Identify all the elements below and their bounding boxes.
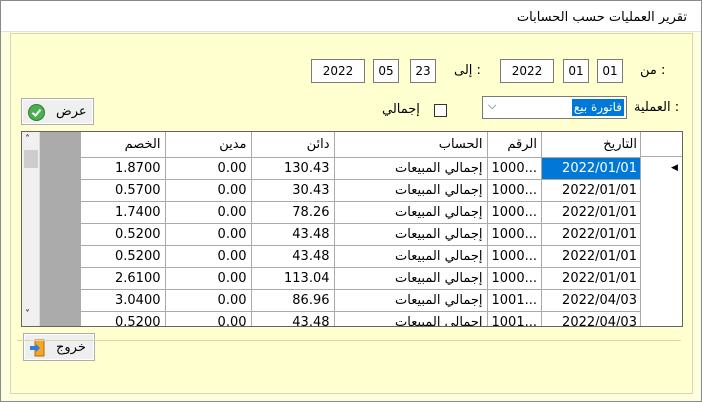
column-header-credit[interactable]: دائن — [251, 132, 335, 158]
cell-credit[interactable]: 43.48 — [251, 223, 335, 246]
results-grid[interactable]: ˄ ˅ الخصم مدين دائن الحساب الرقم التاريخ… — [21, 131, 683, 327]
scroll-thumb[interactable] — [24, 150, 38, 168]
cell-debit[interactable]: 0.00 — [165, 267, 252, 290]
total-label: إجمالي — [382, 102, 420, 117]
column-header-number[interactable]: الرقم — [487, 132, 542, 158]
current-row-indicator-icon: ◀ — [671, 163, 678, 173]
cell-account[interactable]: إجمالي المبيعات — [334, 179, 488, 202]
scroll-down-icon[interactable]: ˅ — [25, 309, 30, 320]
chevron-down-icon[interactable]: ⌵ — [488, 99, 496, 113]
cell-date[interactable]: 2022/01/01 — [541, 245, 642, 268]
column-header-discount[interactable]: الخصم — [81, 132, 166, 158]
column-header-date[interactable]: التاريخ — [541, 132, 642, 158]
title-bar: تقرير العمليات حسب الحسابات — [1, 1, 701, 32]
cell-discount[interactable]: 2.6100 — [81, 267, 166, 290]
column-header-debit[interactable]: مدين — [165, 132, 252, 158]
cell-discount[interactable]: 0.5200 — [81, 245, 166, 268]
cell-discount[interactable]: 3.0400 — [81, 289, 166, 312]
cell-debit[interactable]: 0.00 — [165, 245, 252, 268]
cell-account[interactable]: إجمالي المبيعات — [334, 267, 488, 290]
cell-number[interactable]: 1001... — [487, 311, 542, 326]
cell-debit[interactable]: 0.00 — [165, 157, 252, 180]
cell-account[interactable]: إجمالي المبيعات — [334, 201, 488, 224]
cell-date[interactable]: 2022/01/01 — [541, 157, 642, 180]
cell-discount[interactable]: 0.5700 — [81, 179, 166, 202]
check-circle-icon — [28, 104, 45, 121]
cell-account[interactable]: إجمالي المبيعات — [334, 289, 488, 312]
cell-credit[interactable]: 43.48 — [251, 311, 335, 326]
table-row[interactable]: 1.7400 0.00 78.26 إجمالي المبيعات 1000... 202… — [81, 201, 642, 224]
cell-credit[interactable]: 43.48 — [251, 245, 335, 268]
cell-debit[interactable]: 0.00 — [165, 201, 252, 224]
status-strip — [17, 340, 681, 360]
operation-value: فاتورة بيع — [571, 99, 624, 116]
cell-number[interactable]: 1000... — [487, 223, 542, 246]
cell-credit[interactable]: 86.96 — [251, 289, 335, 312]
cell-debit[interactable]: 0.00 — [165, 289, 252, 312]
cell-debit[interactable]: 0.00 — [165, 179, 252, 202]
table-row[interactable]: 0.5200 0.00 43.48 إجمالي المبيعات 1000... 202… — [81, 223, 642, 246]
column-header-account[interactable]: الحساب — [334, 132, 488, 158]
cell-number[interactable]: 1000... — [487, 179, 542, 202]
row-header-corner — [641, 132, 682, 157]
cell-credit[interactable]: 130.43 — [251, 157, 335, 180]
show-button[interactable]: عرض — [21, 98, 94, 125]
cell-discount[interactable]: 0.5200 — [81, 223, 166, 246]
data-table: الخصم مدين دائن الحساب الرقم التاريخ 1.8… — [81, 132, 642, 326]
from-year-field[interactable]: 2022 — [500, 59, 554, 83]
cell-account[interactable]: إجمالي المبيعات — [334, 311, 488, 326]
from-label: من : — [640, 63, 666, 78]
table-row[interactable]: 0.5200 0.00 43.48 إجمالي المبيعات 1000... 202… — [81, 245, 642, 268]
cell-date[interactable]: 2022/04/03 — [541, 289, 642, 312]
cell-credit[interactable]: 78.26 — [251, 201, 335, 224]
cell-number[interactable]: 1000... — [487, 201, 542, 224]
cell-number[interactable]: 1000... — [487, 245, 542, 268]
vertical-scrollbar[interactable]: ˄ ˅ — [22, 132, 40, 326]
cell-account[interactable]: إجمالي المبيعات — [334, 223, 488, 246]
cell-debit[interactable]: 0.00 — [165, 311, 252, 326]
operation-label: العملية : — [634, 100, 680, 115]
cell-date[interactable]: 2022/01/01 — [541, 223, 642, 246]
cell-credit[interactable]: 30.43 — [251, 179, 335, 202]
cell-date[interactable]: 2022/01/01 — [541, 179, 642, 202]
row-header-column: ◀ — [640, 132, 682, 326]
to-month-field[interactable]: 05 — [373, 59, 399, 83]
total-checkbox[interactable] — [434, 104, 447, 117]
cell-account[interactable]: إجمالي المبيعات — [334, 245, 488, 268]
cell-number[interactable]: 1000... — [487, 157, 542, 180]
cell-discount[interactable]: 0.5200 — [81, 311, 166, 326]
cell-date[interactable]: 2022/01/01 — [541, 201, 642, 224]
cell-number[interactable]: 1000... — [487, 267, 542, 290]
cell-discount[interactable]: 1.8700 — [81, 157, 166, 180]
from-day-field[interactable]: 01 — [597, 59, 623, 83]
scroll-up-icon[interactable]: ˄ — [25, 134, 30, 145]
cell-account[interactable]: إجمالي المبيعات — [334, 157, 488, 180]
table-row[interactable]: 3.0400 0.00 86.96 إجمالي المبيعات 1001... 202… — [81, 289, 642, 312]
window-title: تقرير العمليات حسب الحسابات — [516, 10, 687, 25]
table-row[interactable]: 0.5700 0.00 30.43 إجمالي المبيعات 1000... 202… — [81, 179, 642, 202]
to-label: إلى : — [454, 63, 481, 78]
cell-discount[interactable]: 1.7400 — [81, 201, 166, 224]
report-window: تقرير العمليات حسب الحسابات من : 01 01 2… — [0, 0, 702, 402]
table-row[interactable]: 0.5200 0.00 43.48 إجمالي المبيعات 1001... 202… — [81, 311, 642, 326]
cell-date[interactable]: 2022/01/01 — [541, 267, 642, 290]
from-month-field[interactable]: 01 — [563, 59, 589, 83]
to-day-field[interactable]: 23 — [410, 59, 436, 83]
cell-debit[interactable]: 0.00 — [165, 223, 252, 246]
operation-select[interactable]: فاتورة بيع ⌵ — [482, 96, 627, 119]
table-row[interactable]: 1.8700 0.00 130.43 إجمالي المبيعات 1000... 20… — [81, 157, 642, 180]
cell-credit[interactable]: 113.04 — [251, 267, 335, 290]
show-button-label: عرض — [56, 104, 87, 119]
cell-number[interactable]: 1001... — [487, 289, 542, 312]
table-row[interactable]: 2.6100 0.00 113.04 إجمالي المبيعات 1000... 20… — [81, 267, 642, 290]
cell-date[interactable]: 2022/04/03 — [541, 311, 642, 326]
to-year-field[interactable]: 2022 — [311, 59, 365, 83]
